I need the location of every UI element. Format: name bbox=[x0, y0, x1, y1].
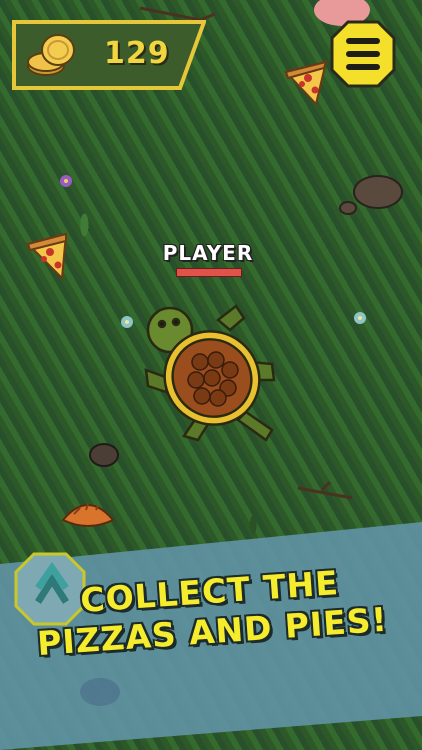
coin-counter-panel: 129 bbox=[12, 20, 206, 90]
menu-button[interactable] bbox=[330, 20, 396, 88]
player-health-bar bbox=[176, 268, 242, 277]
player-name-label: PLAYER bbox=[162, 241, 254, 265]
hamburger-menu-icon bbox=[330, 20, 396, 88]
turtle-player bbox=[144, 304, 276, 442]
pizza-slice[interactable] bbox=[282, 58, 328, 106]
coin-stack-icon bbox=[27, 34, 75, 76]
coin-count: 129 bbox=[104, 36, 170, 71]
pizza-slice[interactable] bbox=[26, 232, 72, 280]
